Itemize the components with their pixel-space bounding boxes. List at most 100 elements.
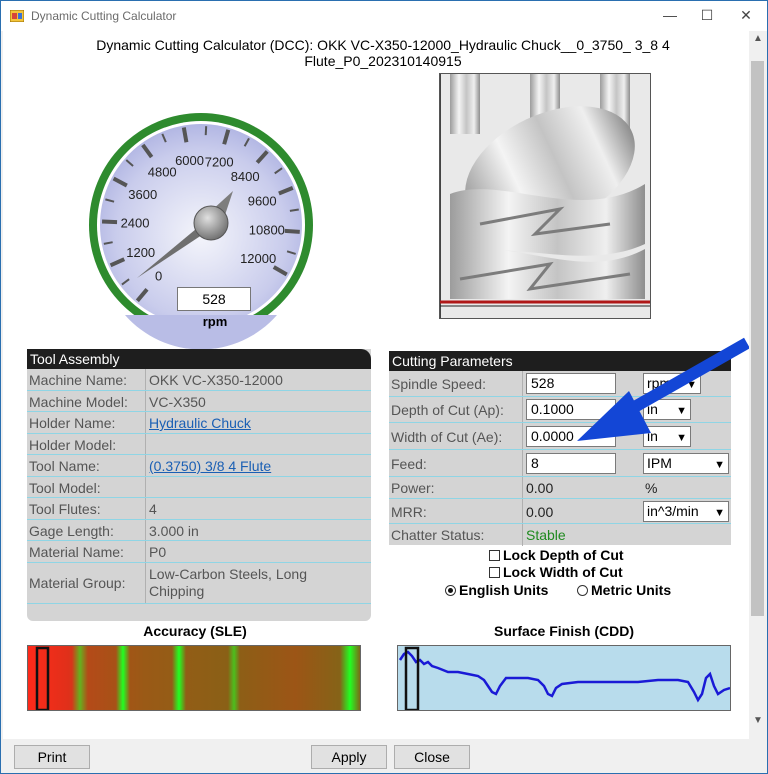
rpm-gauge: 0 1200 2400 3600 4800 6000 7200 8400 9600 10800 12…: [85, 83, 315, 363]
spindle-speed-row: Spindle Speed: 528 rpm ▼: [389, 371, 731, 397]
tool-assembly-value: OKK VC-X350-12000: [149, 372, 283, 388]
gauge-hub: [193, 205, 229, 241]
tool-assembly-label: Tool Name:: [29, 458, 100, 474]
close-window-icon[interactable]: ✕: [736, 7, 756, 24]
mrr-unit-select[interactable]: in^3/min ▼: [643, 501, 729, 522]
depth-of-cut-input[interactable]: 0.1000: [526, 399, 616, 420]
tool-assembly-label: Tool Model:: [29, 479, 101, 496]
page-title: Dynamic Cutting Calculator (DCC): OKK VC…: [96, 37, 670, 69]
lock-width-label: Lock Width of Cut: [503, 564, 623, 580]
minimize-icon[interactable]: —: [660, 7, 680, 23]
tool-assembly-value: 3.000 in: [149, 522, 199, 539]
gauge-tick-label: 12000: [240, 251, 276, 266]
app-icon: [10, 10, 24, 22]
gauge-tick: [289, 208, 299, 212]
tool-assembly-label: Material Name:: [29, 544, 124, 560]
surface-finish-title: Surface Finish (CDD): [493, 623, 634, 639]
tool-assembly-heading: Tool Assembly: [27, 349, 371, 369]
apply-button[interactable]: Apply: [311, 745, 387, 769]
english-units-radio[interactable]: English Units: [445, 582, 548, 598]
tool-assembly-value: VC-X350: [149, 393, 206, 410]
accuracy-title: Accuracy (SLE): [143, 623, 247, 639]
gauge-tick-label: 2400: [121, 216, 150, 231]
scrollbar-thumb[interactable]: [751, 61, 764, 616]
tool-assembly-label: Holder Name:: [29, 415, 116, 431]
depth-of-cut-row: Depth of Cut (Ap): 0.1000 in ▼: [389, 397, 731, 423]
tool-assembly-row: Tool Flutes: 4: [27, 498, 371, 520]
tool-assembly-label: Machine Name:: [29, 372, 128, 388]
tool-endmill-image: [439, 73, 651, 319]
gauge-tick-label: 4800: [148, 165, 177, 180]
gauge-tick-label: 6000: [175, 153, 204, 168]
tool-assembly-row: Material Group: Low-Carbon Steels, Long C…: [27, 562, 371, 604]
spindle-speed-label: Spindle Speed:: [391, 376, 486, 392]
feed-input[interactable]: 8: [526, 453, 616, 474]
gauge-tick-label: 9600: [248, 193, 277, 208]
close-button[interactable]: Close: [394, 745, 470, 769]
width-of-cut-input[interactable]: 0.0000: [526, 426, 616, 447]
chatter-status-label: Chatter Status:: [391, 527, 485, 543]
mrr-row: MRR: 0.00 in^3/min ▼: [389, 499, 731, 524]
gauge-tick: [101, 219, 118, 225]
lock-depth-checkbox[interactable]: Lock Depth of Cut: [489, 547, 624, 563]
gauge-tick-label: 0: [155, 269, 162, 284]
title-bar: Dynamic Cutting Calculator — ☐ ✕: [1, 1, 767, 31]
tool-assembly-row: Gage Length: 3.000 in: [27, 519, 371, 541]
cutting-parameters-heading: Cutting Parameters: [389, 351, 731, 371]
tool-assembly-value: P0: [149, 544, 167, 560]
window-title: Dynamic Cutting Calculator: [31, 9, 177, 23]
tool-assembly-row: Holder Model:: [27, 433, 371, 455]
metric-units-radio[interactable]: Metric Units: [577, 582, 671, 598]
print-button[interactable]: Print: [14, 745, 90, 769]
rpm-unit-label: rpm: [202, 314, 228, 329]
lock-width-checkbox[interactable]: Lock Width of Cut: [489, 564, 623, 580]
spindle-speed-input[interactable]: 528: [526, 373, 616, 394]
power-value: 0.00: [526, 480, 554, 496]
gauge-tick-label: 1200: [126, 245, 155, 260]
gauge-tick-label: 3600: [128, 187, 157, 202]
tool-assembly-row: Machine Model: VC-X350: [27, 390, 371, 412]
power-unit: %: [645, 480, 658, 496]
scroll-down-icon[interactable]: ▼: [749, 715, 767, 726]
checkbox-icon: [489, 550, 500, 561]
radio-selected-icon: [445, 585, 456, 596]
scroll-up-icon[interactable]: ▲: [749, 33, 767, 44]
spindle-unit-select[interactable]: rpm ▼: [643, 373, 701, 394]
width-unit-select[interactable]: in ▼: [643, 426, 691, 447]
width-of-cut-label: Width of Cut (Ae):: [391, 429, 503, 445]
tool-assembly-row: Holder Name: Hydraulic Chuck: [27, 412, 371, 434]
gauge-tick: [181, 127, 189, 143]
chatter-status-row: Chatter Status: Stable: [389, 524, 731, 546]
cutting-parameters-panel: Cutting Parameters Spindle Speed: 528 rp…: [389, 351, 731, 546]
gauge-tick-label: 10800: [249, 223, 285, 238]
chevron-down-icon: ▼: [714, 507, 725, 519]
surface-finish-plot[interactable]: [397, 645, 731, 711]
depth-of-cut-label: Depth of Cut (Ap):: [391, 402, 504, 418]
main-content: Dynamic Cutting Calculator (DCC): OKK VC…: [3, 31, 749, 739]
metric-units-label: Metric Units: [591, 582, 672, 598]
tool-assembly-link[interactable]: (0.3750) 3/8 4 Flute: [149, 458, 271, 474]
feed-row: Feed: 8 IPM ▼: [389, 450, 731, 477]
english-units-label: English Units: [459, 582, 549, 598]
accuracy-bar[interactable]: [27, 645, 361, 711]
maximize-icon[interactable]: ☐: [697, 7, 717, 24]
tool-assembly-row: Tool Model:: [27, 476, 371, 498]
feed-unit-select[interactable]: IPM ▼: [643, 453, 729, 474]
mrr-label: MRR:: [391, 504, 427, 520]
chevron-down-icon: ▼: [676, 405, 687, 417]
chevron-down-icon: ▼: [714, 459, 725, 471]
gauge-tick: [284, 228, 300, 234]
depth-unit-select[interactable]: in ▼: [643, 399, 691, 420]
lock-depth-label: Lock Depth of Cut: [503, 547, 624, 563]
app-window: Dynamic Cutting Calculator — ☐ ✕ Dynamic…: [0, 0, 768, 774]
tool-assembly-link[interactable]: Hydraulic Chuck: [149, 415, 251, 431]
gauge-tick-label: 8400: [231, 169, 260, 184]
checkbox-icon: [489, 567, 500, 578]
width-of-cut-row: Width of Cut (Ae): 0.0000 in ▼: [389, 423, 731, 450]
tool-assembly-row: Material Name: P0: [27, 541, 371, 563]
tool-assembly-label: Gage Length:: [29, 522, 114, 539]
tool-assembly-panel: Tool Assembly Machine Name: OKK VC-X350-1…: [27, 349, 371, 621]
tool-assembly-value: Low-Carbon Steels, Long Chipping: [149, 565, 307, 599]
vertical-scrollbar[interactable]: ▲ ▼: [749, 31, 767, 739]
chatter-status-value: Stable: [526, 527, 566, 543]
